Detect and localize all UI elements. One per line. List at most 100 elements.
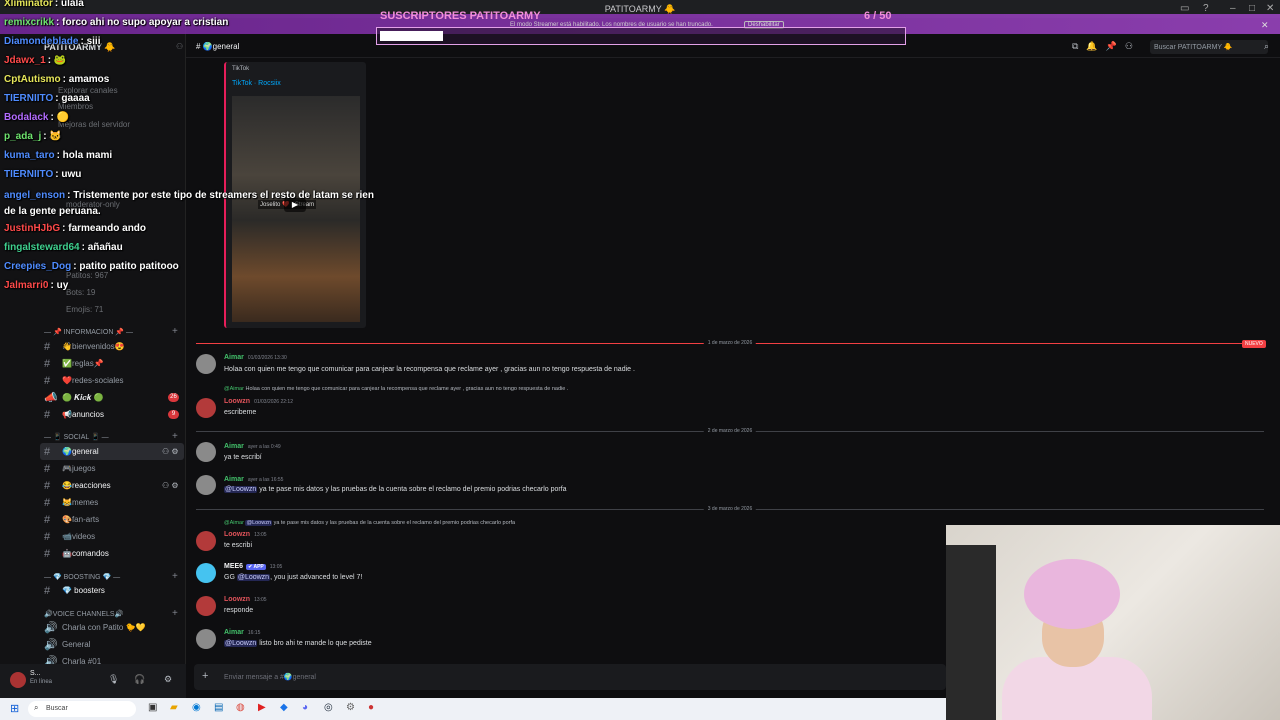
message-composer[interactable]: + Enviar mensaje a #🌍general — [194, 664, 946, 690]
channel-reacciones[interactable]: # 😂reacciones — [0, 477, 184, 494]
help-icon[interactable]: ? — [1203, 3, 1209, 14]
channel-comandos[interactable]: # 🤖comandos — [0, 545, 184, 562]
category-voice[interactable]: 🔊Voice Channels🔊 — [44, 610, 123, 618]
add-channel-icon[interactable]: + — [172, 608, 178, 619]
channel-kick[interactable]: 📣 🟢 𝑲𝒊𝒄𝒌 🟢 — [0, 389, 184, 406]
reply-preview[interactable]: @Aimar @Loowzn ya te pase mis datos y la… — [224, 520, 515, 526]
hash-icon: # — [44, 462, 51, 475]
chat-text: : farmeando ando — [62, 223, 147, 234]
message-body: GG @Loowzn, you just advanced to level 7… — [224, 574, 363, 581]
add-channel-icon[interactable]: + — [172, 431, 178, 442]
message-body: te escribi — [224, 542, 253, 549]
channel-redes-sociales[interactable]: # ❤️redes-sociales — [0, 372, 184, 389]
add-member-icon[interactable]: ⚇ — [176, 42, 183, 51]
settings-icon[interactable]: ⚙ — [346, 702, 355, 713]
headphones-icon[interactable]: 🎧 — [134, 674, 145, 685]
message-body: escribeme — [224, 409, 257, 416]
channel-reglas[interactable]: # ✅reglas📌 — [0, 355, 184, 372]
message-author[interactable]: Aimar 01/03/2026 13:30 — [224, 354, 287, 361]
channel-bienvenidos[interactable]: # 👋bienvenidos😍 — [0, 338, 184, 355]
chat-text: : 🐸 — [47, 55, 67, 66]
avatar[interactable] — [196, 629, 216, 649]
user-mention[interactable]: @Loowzn — [236, 574, 271, 581]
voice-channel-general[interactable]: 🔊 General — [0, 636, 184, 653]
subscriber-goal-bar — [376, 27, 906, 45]
channel-juegos[interactable]: # 🎮juegos — [0, 460, 184, 477]
microphone-icon[interactable]: 🎙 — [108, 674, 119, 685]
taskbar-search[interactable]: ⌕ Buscar — [28, 701, 136, 717]
chat-username: CptAutismo — [4, 74, 61, 85]
category-social[interactable]: — 📱 SOCIAL 📱 — — [44, 433, 109, 441]
chat-username: TIERNIITO — [4, 93, 54, 104]
channel-videos[interactable]: # 📹videos — [0, 528, 184, 545]
chrome-icon[interactable]: ◍ — [236, 702, 245, 713]
stream-chat-message: CptAutismo: amamos — [4, 74, 109, 85]
avatar[interactable] — [196, 596, 216, 616]
message-author[interactable]: Aimar ayer a las 16:55 — [224, 476, 283, 483]
gear-icon[interactable]: ⚙ — [164, 674, 172, 685]
voice-channel-charla[interactable]: 🔊 Charla con Patito 🐤💛 — [0, 619, 184, 636]
avatar[interactable] — [196, 442, 216, 462]
search-input[interactable]: Buscar PATITOARMY 🐥 — [1150, 40, 1268, 54]
message-author[interactable]: Aimar ayer a las 0:49 — [224, 443, 281, 450]
stream-chat-message: kuma_taro: hola mami — [4, 150, 112, 161]
chat-text: : amamos — [62, 74, 110, 85]
close-icon[interactable]: ✕ — [1266, 3, 1274, 14]
channel-memes[interactable]: # 😹memes — [0, 494, 184, 511]
discord-icon[interactable]: ◕ — [302, 702, 308, 713]
embed-title[interactable]: TikTok · Rocsiix — [232, 80, 281, 87]
avatar[interactable] — [196, 563, 216, 583]
chat-username: angel_enson — [4, 190, 66, 201]
add-channel-icon[interactable]: + — [172, 571, 178, 582]
user-mention[interactable]: @Loowzn — [224, 486, 258, 493]
chat-username: Creepies_Dog — [4, 261, 72, 272]
app-icon[interactable]: ◆ — [280, 702, 288, 713]
steam-icon[interactable]: ◎ — [324, 702, 333, 713]
invite-settings-icon[interactable]: ⚇ ⚙ — [162, 447, 179, 456]
add-channel-icon[interactable]: + — [172, 326, 178, 337]
hash-icon: # — [44, 584, 51, 597]
user-mention[interactable]: @Loowzn — [224, 640, 258, 647]
message-author[interactable]: Loowzn 13:05 — [224, 531, 267, 538]
obs-icon[interactable]: ● — [368, 702, 374, 713]
inbox-icon[interactable]: ▭ — [1180, 3, 1189, 14]
message-author[interactable]: Loowzn 01/03/2026 22:12 — [224, 398, 293, 405]
close-icon[interactable]: ✕ — [1261, 20, 1269, 31]
task-view-icon[interactable]: ▣ — [148, 702, 157, 713]
avatar[interactable] — [196, 398, 216, 418]
folder-icon[interactable]: ▰ — [170, 702, 178, 713]
avatar[interactable] — [196, 531, 216, 551]
invite-settings-icon[interactable]: ⚇ ⚙ — [162, 481, 179, 490]
header-toolbar-icons[interactable]: ⧉🔔📌⚇ — [1072, 41, 1141, 52]
message-author[interactable]: Aimar 16:15 — [224, 629, 260, 636]
message-author[interactable]: Loowzn 13:05 — [224, 596, 267, 603]
channel-boosters[interactable]: # 💎 boosters — [0, 582, 184, 599]
avatar[interactable] — [196, 354, 216, 374]
chat-username: Xliminator — [4, 0, 53, 9]
message-author[interactable]: MEE6 ✔ APP 13:05 — [224, 563, 282, 570]
channel-anuncios[interactable]: # 📢anuncios — [0, 406, 184, 423]
megaphone-icon: 📣 — [44, 392, 58, 404]
minimize-icon[interactable]: – — [1230, 3, 1236, 14]
message-body: @Loowzn ya te pase mis datos y las prueb… — [224, 486, 567, 493]
avatar[interactable] — [196, 475, 216, 495]
chat-text: : añañau — [81, 242, 123, 253]
attach-plus-icon[interactable]: + — [202, 670, 208, 682]
unread-badge: 26 — [168, 393, 179, 402]
edge-icon[interactable]: ◉ — [192, 702, 201, 713]
category-boosting[interactable]: — 💎 BOOSTING 💎 — — [44, 573, 120, 581]
reply-preview[interactable]: @Aimar Holaa con quien me tengo que comu… — [224, 386, 568, 392]
chat-text: : hola mami — [56, 150, 113, 161]
category-informacion[interactable]: — 📌 INFORMACION 📌 — — [44, 328, 133, 336]
chair — [946, 545, 996, 720]
chat-username: Jalmarri0 — [4, 280, 49, 291]
youtube-icon[interactable]: ▶ — [258, 702, 266, 713]
windows-start-icon[interactable]: ⊞ — [10, 702, 19, 715]
message-body: ya te escribí — [224, 454, 262, 461]
hash-icon: # — [44, 445, 51, 458]
channel-fan-arts[interactable]: # 🎨fan-arts — [0, 511, 184, 528]
maximize-icon[interactable]: □ — [1249, 3, 1255, 14]
store-icon[interactable]: ▤ — [214, 702, 223, 713]
search-icon: ⌕ — [1264, 41, 1270, 51]
avatar[interactable] — [10, 672, 26, 688]
